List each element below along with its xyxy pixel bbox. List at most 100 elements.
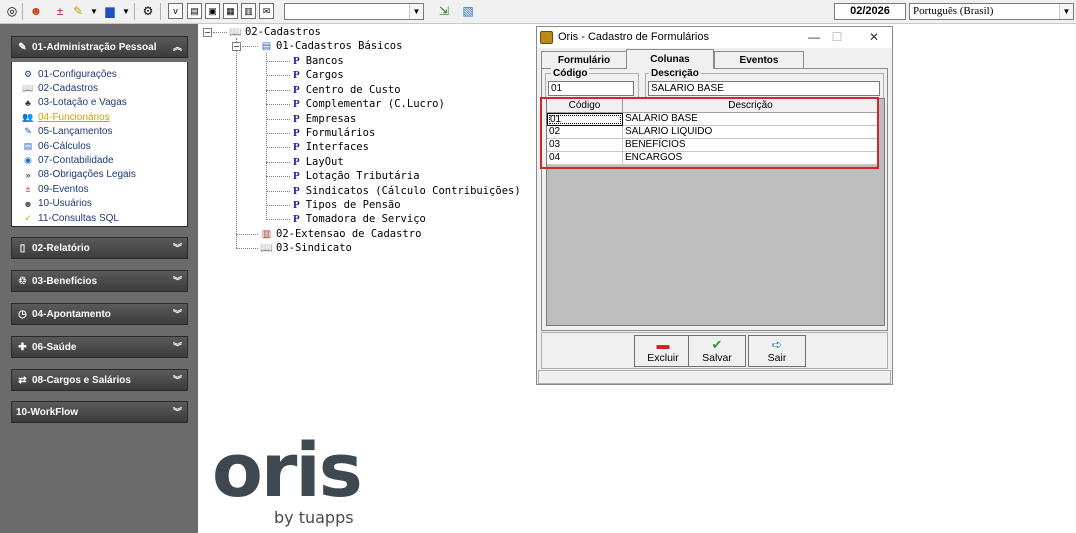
tree-node-label: Lotação Tributária: [305, 170, 420, 183]
chevron-down-icon[interactable]: ▼: [409, 4, 423, 19]
leaf-marker: P: [293, 184, 300, 197]
descricao-input[interactable]: SALARIO BASE: [648, 81, 880, 96]
tree-node-leaf[interactable]: P Tipos de Pensão: [293, 198, 401, 212]
tree-node-leaf[interactable]: P Tomadora de Serviço: [293, 212, 426, 226]
chevron-down-icon[interactable]: ︾: [173, 307, 182, 320]
tree-node-cadastros[interactable]: 📖 02-Cadastros: [229, 25, 321, 39]
sidebar-item-3[interactable]: ♣ 03-Lotação e Vagas: [22, 96, 127, 110]
sidebar-item-11[interactable]: ✓ 11-Consultas SQL: [22, 211, 119, 225]
sidebar-item-9[interactable]: ±09-Eventos: [22, 182, 89, 196]
sidebar-section-cargos[interactable]: ⇄ 08-Cargos e Salários ︾: [11, 369, 188, 391]
globe-icon: ◉: [24, 154, 32, 165]
tree-node-leaf[interactable]: P Empresas: [293, 112, 356, 126]
language-select[interactable]: Português (Brasil) ▼: [909, 3, 1074, 20]
sidebar-item-8[interactable]: » 08-Obrigações Legais: [22, 168, 135, 182]
sidebar-section-beneficios[interactable]: ♲ 03-Benefícios ︾: [11, 270, 188, 292]
tab-eventos[interactable]: Eventos: [714, 51, 804, 68]
chevron-down-icon[interactable]: ︾: [173, 405, 182, 418]
tree-node-extensao[interactable]: ▥ 02-Extensao de Cadastro: [260, 227, 422, 241]
sidebar-item-label: 04-Funcionários: [38, 111, 110, 123]
leaf-marker: P: [293, 170, 300, 183]
salvar-button[interactable]: ✔ Salvar: [688, 335, 746, 367]
tree-node-leaf[interactable]: P Interfaces: [293, 140, 369, 154]
grid-cell-descricao[interactable]: ENCARGOS: [623, 152, 879, 165]
tree-line: [266, 219, 290, 221]
tree-node-leaf[interactable]: P Complementar (C.Lucro): [293, 97, 445, 111]
sidebar-item-2[interactable]: 📖 02-Cadastros: [22, 81, 98, 95]
sidebar-item-1[interactable]: ⚙ 01-Configurações: [22, 67, 117, 81]
grid-cell-codigo[interactable]: 01: [547, 113, 623, 126]
chevron-up-icon[interactable]: ︽: [173, 40, 182, 53]
tree-node-leaf[interactable]: P Bancos: [293, 54, 344, 68]
sidebar-section-label: 02-Relatório: [32, 242, 90, 254]
edit-icon[interactable]: ▤: [187, 3, 202, 19]
tree-node-leaf[interactable]: P Centro de Custo: [293, 83, 401, 97]
codigo-input[interactable]: 01: [548, 81, 634, 96]
tree-node-cadastros-basicos[interactable]: ▤ 01-Cadastros Básicos: [260, 39, 403, 53]
chevron-down-icon[interactable]: ︾: [173, 340, 182, 353]
sidebar-item-7[interactable]: ◉ 07-Contabilidade: [22, 153, 114, 167]
grid-column-header[interactable]: Descrição: [623, 99, 879, 113]
sidebar-item-4[interactable]: 👥 04-Funcionários: [22, 110, 110, 124]
tab-formulario[interactable]: Formulário: [541, 51, 627, 68]
pencil-icon[interactable]: ✎: [70, 3, 86, 19]
people-icon[interactable]: ☻: [28, 3, 44, 19]
grid-cell-descricao[interactable]: SALARIO BASE: [623, 113, 879, 126]
sidebar-item-label: 01-Configurações: [38, 68, 117, 80]
gear-icon[interactable]: ⚙: [140, 3, 156, 19]
sidebar-item-5[interactable]: ✎ 05-Lançamentos: [22, 125, 112, 139]
toolbar-separator: [160, 3, 161, 20]
tree-node-leaf[interactable]: P Cargos: [293, 68, 344, 82]
period-field[interactable]: 02/2026: [834, 3, 906, 20]
sidebar-section-adm[interactable]: ✎ 01-Administração Pessoal ︽: [11, 36, 188, 58]
chevron-down-icon[interactable]: ︾: [173, 373, 182, 386]
grid-cell-codigo[interactable]: 02: [547, 126, 623, 139]
minimize-icon[interactable]: —: [803, 29, 825, 45]
small-v-icon[interactable]: v: [168, 3, 183, 19]
calendar-icon[interactable]: ▥: [241, 3, 256, 19]
plus-minus-icon[interactable]: ±: [52, 3, 68, 19]
sidebar-section-apontamento[interactable]: ◷ 04-Apontamento ︾: [11, 303, 188, 325]
report-icon[interactable]: ▧: [460, 3, 476, 19]
tree-collapse-icon[interactable]: −: [203, 28, 212, 37]
sidebar-section-workflow[interactable]: 10-WorkFlow ︾: [11, 401, 188, 423]
sidebar-item-6[interactable]: ▤ 06-Cálculos: [22, 139, 91, 153]
tree-node-leaf[interactable]: P Sindicatos (Cálculo Contribuições): [293, 184, 521, 198]
toolbar-combo[interactable]: ▼: [284, 3, 424, 20]
copy-icon[interactable]: ▣: [205, 3, 220, 19]
maximize-icon[interactable]: ☐: [826, 29, 848, 45]
grid-column-header[interactable]: Código: [547, 99, 623, 113]
grid-cell-descricao[interactable]: BENEFÍCIOS: [623, 139, 879, 152]
mail-icon[interactable]: ✉: [259, 3, 274, 19]
grid-cell-descricao[interactable]: SALARIO LIQUIDO: [623, 126, 879, 139]
tree-node-label: Interfaces: [305, 141, 369, 154]
dropdown-arrow-icon[interactable]: ▼: [86, 3, 102, 19]
dialog-button-bar: ▬ Excluir ✔ Salvar ➪ Sair: [541, 332, 888, 369]
tree-node-leaf[interactable]: P Lotação Tributária: [293, 169, 420, 183]
sidebar-item-10[interactable]: ☻ 10-Usuários: [22, 197, 92, 211]
excluir-button[interactable]: ▬ Excluir: [634, 335, 692, 367]
sidebar-section-saude[interactable]: ✚ 06-Saúde ︾: [11, 336, 188, 358]
tree-node-sindicato[interactable]: 📖 03-Sindicato: [260, 241, 352, 255]
user-icon: ☻: [23, 198, 33, 209]
chevron-down-icon[interactable]: ︾: [173, 241, 182, 254]
chevron-down-icon[interactable]: ▼: [1059, 4, 1073, 19]
exit-door-icon[interactable]: ⇲: [436, 3, 452, 19]
tree-collapse-icon[interactable]: −: [232, 42, 241, 51]
tab-colunas[interactable]: Colunas: [626, 49, 714, 69]
chevron-down-icon[interactable]: ︾: [173, 274, 182, 287]
document-icon: ▤: [261, 40, 272, 52]
sidebar-item-label: 07-Contabilidade: [38, 154, 114, 166]
grid-cell-codigo[interactable]: 04: [547, 152, 623, 165]
tree-node-label: 02-Cadastros: [245, 26, 321, 38]
sair-button[interactable]: ➪ Sair: [748, 335, 806, 367]
tree-node-leaf[interactable]: P LayOut: [293, 155, 344, 169]
close-icon[interactable]: ✕: [863, 29, 885, 45]
tree-node-leaf[interactable]: P Formulários: [293, 126, 375, 140]
dropdown-arrow-icon[interactable]: ▼: [118, 3, 134, 19]
palette-icon[interactable]: ▆: [102, 3, 118, 19]
grid-cell-codigo[interactable]: 03: [547, 139, 623, 152]
sidebar-section-relatorio[interactable]: ▯ 02-Relatório ︾: [11, 237, 188, 259]
target-icon[interactable]: ◎: [4, 3, 20, 19]
paste-icon[interactable]: ▦: [223, 3, 238, 19]
